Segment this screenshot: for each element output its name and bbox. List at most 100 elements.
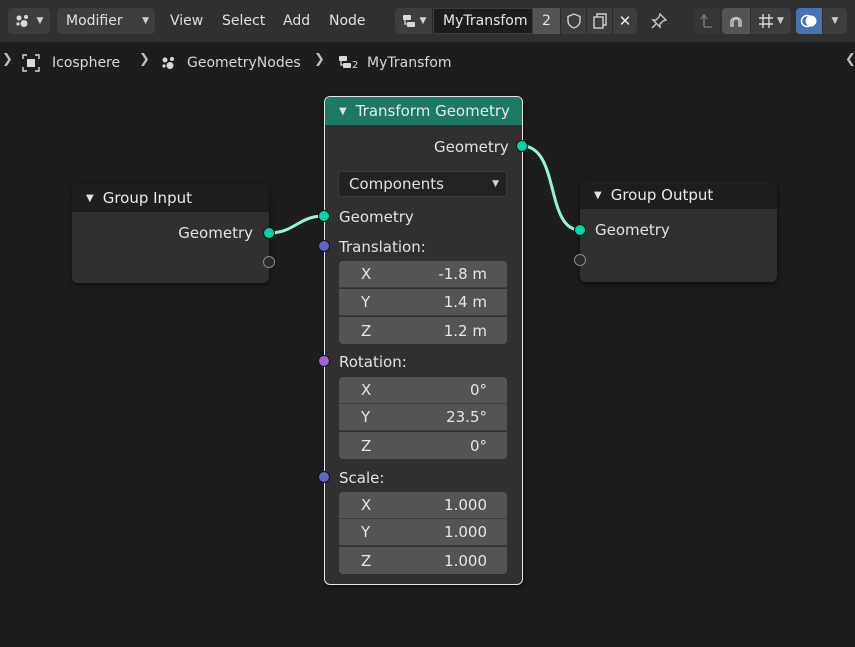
scale-z-field[interactable]: Z 1.000 — [339, 547, 507, 574]
duplicate-icon — [592, 13, 607, 29]
transform-mode-label: Components — [349, 175, 444, 193]
menu-select[interactable]: Select — [222, 8, 265, 34]
breadcrumb-node-tree: 2 MyTransfom — [337, 52, 452, 74]
transform-geometry-header[interactable]: ▼ Transform Geometry — [325, 97, 522, 125]
unlink-button[interactable]: ✕ — [613, 8, 637, 34]
magnet-icon — [730, 16, 742, 27]
axis-y-label: Y — [361, 523, 371, 541]
overlay-dropdown[interactable]: ▼ — [823, 8, 847, 34]
menu-add[interactable]: Add — [283, 8, 310, 34]
axis-x-label: X — [361, 496, 372, 514]
link-input-to-transform — [268, 214, 325, 235]
transform-input-geometry-socket[interactable] — [318, 210, 330, 222]
translation-x-value: -1.8 m — [438, 265, 487, 283]
grid-snap-icon — [759, 14, 774, 28]
rotation-x-field[interactable]: X 0° — [339, 377, 507, 404]
translation-z-field[interactable]: Z 1.2 m — [339, 317, 507, 344]
rotation-z-value: 0° — [469, 436, 487, 455]
axis-z-label: Z — [361, 436, 372, 455]
chevron-down-icon: ▼ — [36, 16, 44, 26]
menu-view[interactable]: View — [170, 8, 203, 34]
rotation-y-value: 23.5° — [446, 408, 487, 426]
editor-type-button[interactable]: ▼ — [8, 8, 50, 34]
chevron-down-icon: ▼ — [419, 16, 427, 26]
menu-node[interactable]: Node — [329, 8, 366, 34]
chevron-right-icon: ❯ — [139, 52, 150, 67]
axis-y-label: Y — [361, 408, 371, 426]
group-output-node[interactable]: ▼ Group Output Geometry — [580, 181, 777, 282]
scale-z-value: 1.000 — [444, 551, 487, 570]
group-input-empty-socket[interactable] — [263, 256, 275, 268]
axis-z-label: Z — [361, 551, 372, 570]
editor-header: ▼ Modifier ▼ View Select Add Node ▼ MyTr… — [0, 0, 855, 42]
chevron-down-icon: ▼ — [777, 16, 784, 26]
fake-user-button[interactable] — [561, 8, 587, 34]
chevron-down-icon: ▼ — [142, 16, 149, 26]
mode-dropdown[interactable]: Modifier ▼ — [57, 8, 155, 34]
pin-button[interactable] — [646, 8, 672, 34]
parent-node-tree-button[interactable] — [694, 8, 720, 34]
rotation-z-field[interactable]: Z 0° — [339, 432, 507, 459]
group-output-header[interactable]: ▼ Group Output — [580, 181, 777, 209]
transform-mode-dropdown[interactable]: Components ▼ — [338, 171, 507, 197]
scale-y-value: 1.000 — [444, 523, 487, 541]
link-transform-to-output — [521, 144, 581, 232]
chevron-down-icon[interactable]: ▼ — [86, 193, 94, 204]
group-output-geometry-label: Geometry — [595, 221, 670, 239]
browse-tree-button[interactable]: ▼ — [395, 8, 433, 34]
rotation-y-field[interactable]: Y 23.5° — [339, 404, 507, 431]
chevron-left-icon: ❮ — [845, 52, 855, 67]
scale-x-value: 1.000 — [444, 496, 487, 514]
close-icon: ✕ — [618, 12, 632, 30]
scale-label: Scale: — [339, 469, 385, 487]
axis-x-label: X — [361, 265, 372, 283]
object-icon — [22, 54, 40, 72]
node-tree-name-field[interactable]: MyTransfom — [433, 8, 533, 34]
chevron-down-icon[interactable]: ▼ — [594, 190, 602, 201]
node-tree-icon: 2 — [337, 53, 359, 73]
duplicate-button[interactable] — [587, 8, 613, 34]
translation-socket[interactable] — [318, 240, 330, 252]
rotation-x-value: 0° — [469, 381, 487, 399]
breadcrumb-modifier: GeometryNodes — [161, 52, 301, 74]
group-input-node[interactable]: ▼ Group Input Geometry — [72, 184, 269, 283]
translation-z-value: 1.2 m — [443, 321, 487, 340]
group-input-geometry-label: Geometry — [178, 224, 253, 242]
rotation-socket[interactable] — [318, 355, 330, 367]
scale-x-field[interactable]: X 1.000 — [339, 492, 507, 519]
geometry-nodes-icon — [162, 57, 174, 69]
axis-z-label: Z — [361, 321, 372, 340]
chevron-right-icon: ❯ — [314, 52, 325, 67]
group-output-title: Group Output — [610, 186, 714, 204]
breadcrumb-object: Icosphere — [22, 52, 120, 74]
mode-label: Modifier — [66, 13, 123, 29]
chevron-down-icon[interactable]: ▼ — [339, 106, 347, 117]
chevron-down-icon: ▼ — [831, 16, 839, 26]
breadcrumb-object-label: Icosphere — [52, 55, 121, 71]
group-output-empty-socket[interactable] — [574, 254, 586, 266]
axis-y-label: Y — [361, 293, 371, 311]
shield-icon — [566, 13, 581, 29]
user-count-subscript: 2 — [352, 60, 359, 71]
scale-y-field[interactable]: Y 1.000 — [339, 519, 507, 546]
group-output-geometry-socket[interactable] — [574, 224, 586, 236]
rotation-label: Rotation: — [339, 353, 407, 371]
transform-output-geometry-socket[interactable] — [516, 140, 528, 152]
axis-x-label: X — [361, 381, 372, 399]
geometry-nodes-icon — [15, 15, 28, 27]
overlay-icon — [800, 14, 817, 28]
node-tree-selector: ▼ MyTransfom 2 ✕ — [395, 8, 637, 34]
translation-x-field[interactable]: X -1.8 m — [339, 261, 507, 288]
group-input-geometry-socket[interactable] — [263, 227, 275, 239]
transform-output-geometry-label: Geometry — [434, 138, 509, 156]
scale-socket[interactable] — [318, 471, 330, 483]
breadcrumb-modifier-label: GeometryNodes — [187, 55, 301, 71]
transform-input-geometry-label: Geometry — [339, 208, 414, 226]
group-input-header[interactable]: ▼ Group Input — [72, 184, 269, 212]
overlay-toggle[interactable] — [796, 8, 822, 34]
snap-toggle[interactable] — [722, 8, 750, 34]
translation-y-field[interactable]: Y 1.4 m — [339, 289, 507, 316]
snap-mode-dropdown[interactable]: ▼ — [751, 8, 791, 34]
user-count-button[interactable]: 2 — [533, 8, 561, 34]
translation-y-value: 1.4 m — [443, 293, 487, 311]
